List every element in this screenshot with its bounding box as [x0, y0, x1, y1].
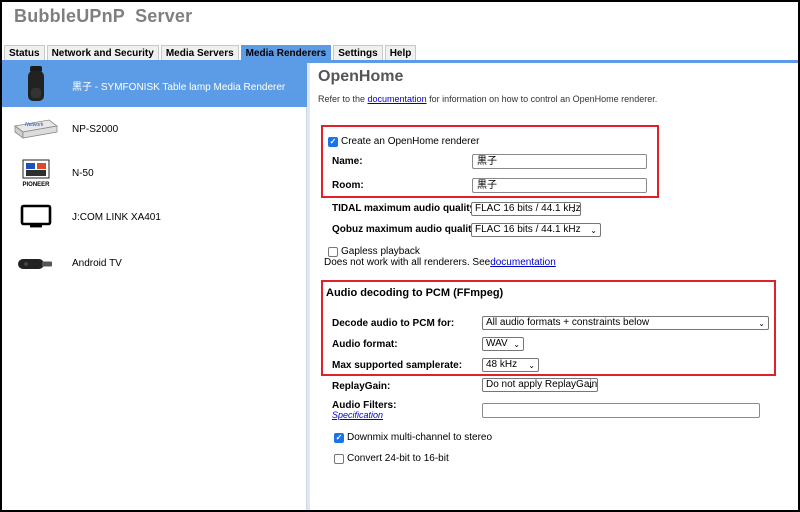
section-heading: OpenHome [318, 68, 404, 85]
qobuz-quality-select[interactable]: FLAC 16 bits / 44.1 kHz ⌄ [471, 223, 601, 237]
samplerate-label: Max supported samplerate: [332, 360, 463, 371]
qobuz-quality-value: FLAC 16 bits / 44.1 kHz [475, 224, 581, 235]
samplerate-select[interactable]: 48 kHz ⌄ [482, 358, 539, 372]
gapless-row: Gapless playback [328, 246, 420, 257]
renderer-label: J:COM LINK XA401 [72, 211, 161, 223]
name-field[interactable]: 黒子 [472, 154, 647, 169]
create-renderer-row: Create an OpenHome renderer [328, 136, 479, 147]
svg-text:Network: Network [25, 122, 44, 128]
network-player-icon: Network [10, 109, 62, 149]
renderer-item-n-50[interactable]: PIONEER N-50 [2, 151, 307, 195]
gapless-note-text: Does not work with all renderers. See [324, 257, 491, 268]
renderer-label: N-50 [72, 167, 94, 179]
renderer-label: 黒子 - SYMFONISK Table lamp Media Renderer [72, 81, 286, 93]
tab-status[interactable]: Status [4, 45, 45, 61]
renderer-list: 黒子 - SYMFONISK Table lamp Media Renderer… [2, 63, 310, 510]
replaygain-label-row: ReplayGain: [332, 381, 390, 392]
gapless-documentation-link[interactable]: documentation [490, 257, 556, 268]
convert-checkbox[interactable] [334, 453, 344, 464]
replaygain-select[interactable]: Do not apply ReplayGain ⌄ [482, 378, 598, 392]
tidal-quality-select[interactable]: FLAC 16 bits / 44.1 kHz ⌄ [471, 202, 581, 216]
audio-filters-input[interactable] [482, 403, 760, 418]
tidal-quality-label: TIDAL maximum audio quality: [332, 203, 479, 214]
app-title: BubbleUPnP Server [14, 6, 193, 26]
audio-format-label: Audio format: [332, 339, 398, 350]
chevron-down-icon: ⌄ [758, 319, 765, 328]
convert-row: Convert 24-bit to 16-bit [334, 453, 449, 464]
renderer-label: Android TV [72, 257, 122, 269]
room-field[interactable]: 黒子 [472, 178, 647, 193]
create-renderer-checkbox[interactable] [328, 136, 338, 147]
intro-suffix: for information on how to control an Ope… [426, 94, 658, 104]
renderer-item-np-s2000[interactable]: Network NP-S2000 [2, 107, 307, 151]
name-label-row: Name: [332, 156, 363, 167]
decode-section-title-row: Audio decoding to PCM (FFmpeg) [326, 287, 503, 299]
downmix-row: Downmix multi-channel to stereo [334, 432, 492, 443]
audio-format-label-row: Audio format: [332, 339, 398, 350]
tab-media-servers[interactable]: Media Servers [160, 45, 239, 61]
replaygain-label: ReplayGain: [332, 381, 391, 392]
renderer-item-symfonisk[interactable]: 黒子 - SYMFONISK Table lamp Media Renderer [2, 63, 307, 107]
tab-media-renderers[interactable]: Media Renderers [240, 45, 332, 61]
pioneer-logo-icon: PIONEER [10, 153, 62, 193]
qobuz-quality-label: Qobuz maximum audio quality: [332, 224, 481, 235]
tab-settings[interactable]: Settings [333, 45, 383, 61]
replaygain-value: Do not apply ReplayGain [486, 379, 598, 390]
name-label: Name: [332, 156, 363, 167]
gapless-label: Gapless playback [341, 246, 420, 257]
chevron-down-icon: ⌄ [528, 361, 535, 370]
decode-section-title: Audio decoding to PCM (FFmpeg) [326, 287, 504, 299]
chevron-down-icon: ⌄ [570, 205, 577, 214]
audio-format-select[interactable]: WAV ⌄ [482, 337, 524, 351]
room-label: Room: [332, 180, 364, 191]
tab-help[interactable]: Help [384, 45, 417, 61]
tab-network-and-security[interactable]: Network and Security [46, 45, 159, 61]
tidal-quality-value: FLAC 16 bits / 44.1 kHz [475, 203, 581, 214]
decode-for-select[interactable]: All audio formats + constraints below ⌄ [482, 316, 769, 330]
downmix-label: Downmix multi-channel to stereo [347, 432, 493, 443]
intro-prefix: Refer to the [318, 94, 368, 104]
renderer-item-android-tv[interactable]: Android TV [2, 241, 307, 285]
audio-format-value: WAV [486, 338, 508, 349]
tab-bar: Status Network and Security Media Server… [4, 45, 418, 61]
intro-text: Refer to the documentation for informati… [318, 94, 657, 104]
room-label-row: Room: [332, 180, 364, 191]
samplerate-value: 48 kHz [486, 359, 518, 370]
specification-link[interactable]: Specification [332, 410, 383, 420]
filters-link-row: Specification [332, 410, 383, 420]
decode-for-label-row: Decode audio to PCM for: [332, 318, 454, 329]
decode-for-label: Decode audio to PCM for: [332, 318, 455, 329]
convert-label: Convert 24-bit to 16-bit [347, 453, 449, 464]
renderer-label: NP-S2000 [72, 123, 119, 135]
documentation-link[interactable]: documentation [368, 94, 427, 104]
qobuz-label-row: Qobuz maximum audio quality: [332, 224, 480, 235]
tv-icon [10, 197, 62, 237]
speaker-lamp-icon [10, 65, 62, 105]
chromecast-icon [10, 243, 62, 283]
samplerate-label-row: Max supported samplerate: [332, 360, 462, 371]
downmix-checkbox[interactable] [334, 432, 344, 443]
chevron-down-icon: ⌄ [590, 226, 597, 235]
create-renderer-label: Create an OpenHome renderer [341, 136, 480, 147]
renderer-item-jcom-link[interactable]: J:COM LINK XA401 [2, 195, 307, 239]
gapless-note: Does not work with all renderers. See do… [324, 257, 556, 268]
gapless-checkbox[interactable] [328, 246, 338, 257]
chevron-down-icon: ⌄ [587, 381, 594, 390]
decode-for-value: All audio formats + constraints below [486, 317, 650, 328]
tidal-label-row: TIDAL maximum audio quality: [332, 203, 479, 214]
pioneer-logo-text: PIONEER [22, 181, 50, 188]
chevron-down-icon: ⌄ [513, 340, 520, 349]
